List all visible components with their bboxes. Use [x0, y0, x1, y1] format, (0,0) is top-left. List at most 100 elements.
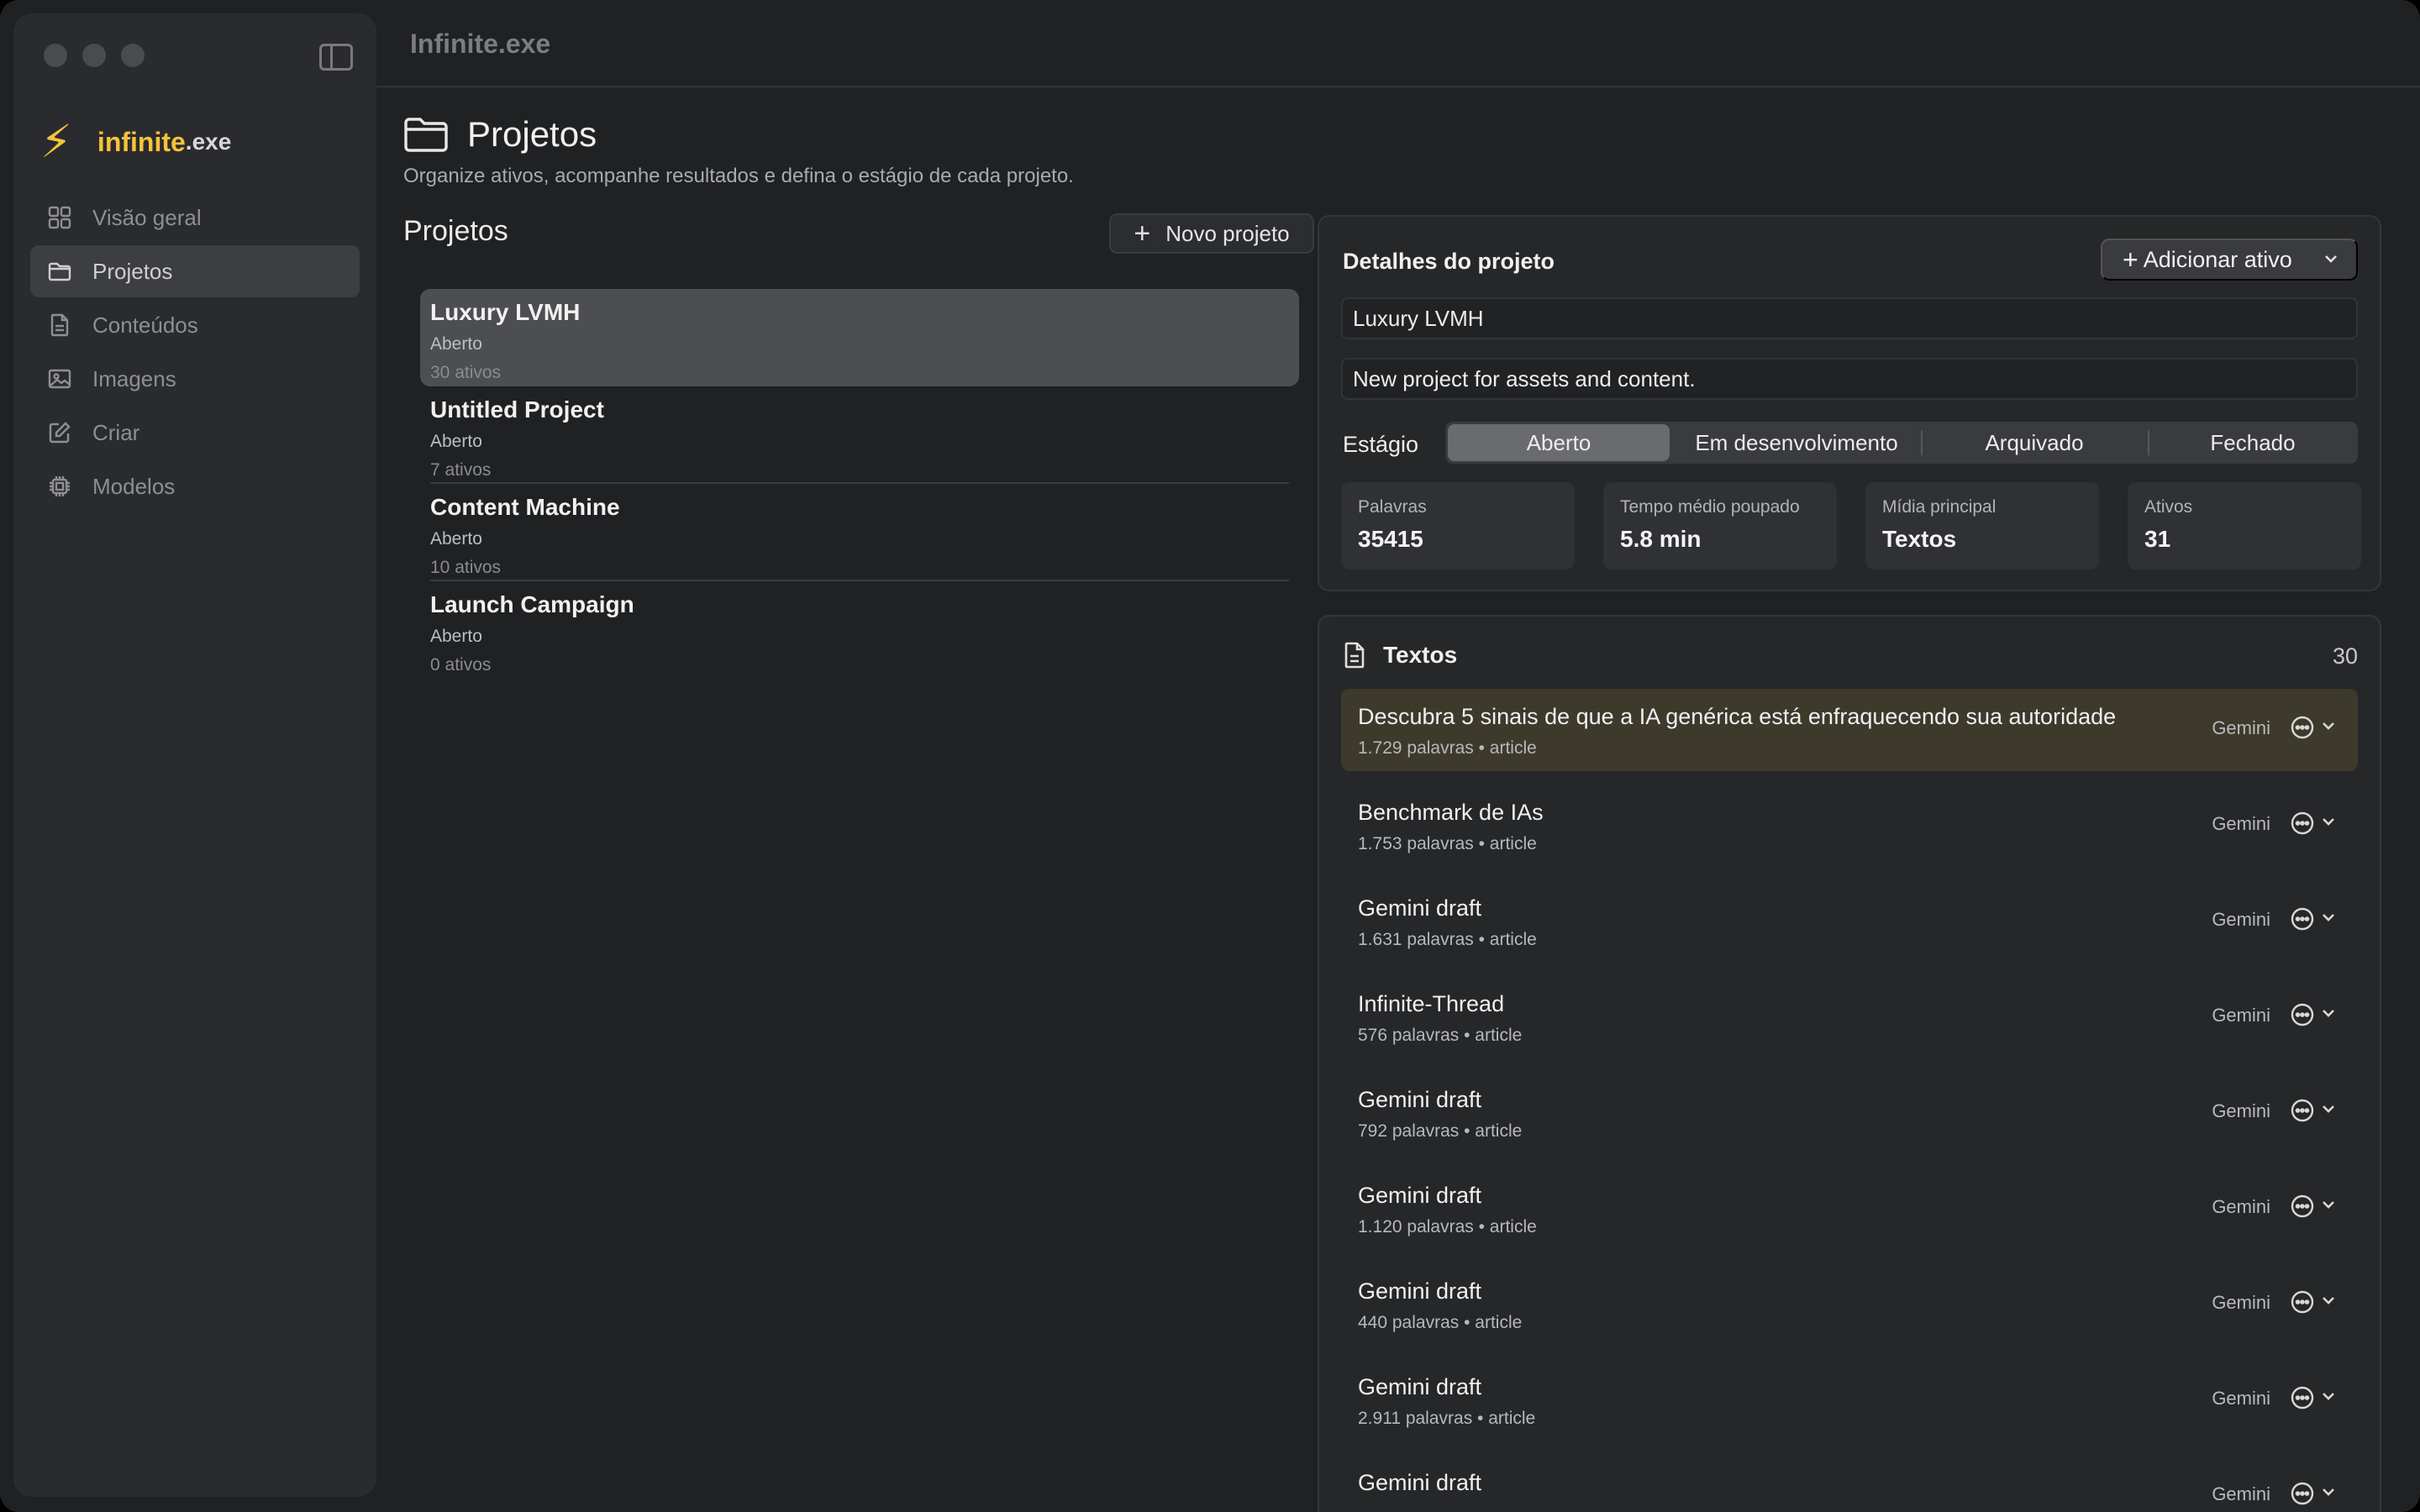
folder-icon [404, 118, 448, 152]
stat-value: Textos [1882, 526, 1957, 552]
project-name: Untitled Project [430, 396, 604, 423]
text-actions-menu[interactable] [2289, 1384, 2336, 1411]
model-badge: Gemini [2212, 1292, 2270, 1313]
text-list-item[interactable]: Gemini draft 1.631 palavras • article Gemi… [1341, 880, 2358, 976]
sidebar-item-label: Modelos [92, 473, 176, 499]
stat-label: Ativos [2144, 497, 2193, 517]
stat-label: Palavras [1358, 497, 1427, 517]
text-meta: 792 palavras • article [1358, 1121, 1523, 1141]
project-stage: Aberto [430, 529, 482, 549]
page-subtitle: Organize ativos, acompanhe resultados e … [403, 165, 1074, 187]
more-options-icon [2291, 1290, 2314, 1314]
brand-ext: .exe [185, 129, 232, 155]
project-description-field[interactable]: New project for assets and content. [1341, 358, 2358, 400]
text-actions-menu[interactable] [2289, 714, 2336, 741]
app-window: ⚡ infinite .exe Visão geral Projetos Con… [0, 0, 2420, 1512]
document-icon [1344, 642, 1365, 669]
minimize-window-button[interactable] [82, 44, 106, 67]
project-item-launch-campaign[interactable]: Launch Campaign Aberto 0 ativos [420, 581, 1299, 679]
sidebar-item-imagens[interactable]: Imagens [30, 353, 360, 405]
texts-list: Descubra 5 sinais de que a IA genérica e… [1341, 689, 2358, 1512]
project-asset-count: 30 ativos [430, 363, 502, 382]
text-list-item[interactable]: Gemini draft 1.120 palavras • article Gemi… [1341, 1168, 2358, 1263]
details-title: Detalhes do projeto [1343, 249, 1555, 274]
text-meta: 2.911 palavras • article [1358, 1409, 1536, 1428]
brand-name: infinite [97, 126, 186, 157]
text-actions-menu[interactable] [2289, 810, 2336, 837]
texts-title: Textos [1383, 642, 1458, 668]
chevron-down-icon [2321, 910, 2336, 929]
text-actions-menu[interactable] [2289, 1097, 2336, 1124]
project-asset-count: 0 ativos [430, 655, 492, 675]
text-title: Gemini draft [1358, 1374, 1482, 1399]
window-title: Infinite.exe [410, 29, 551, 59]
text-title: Benchmark de IAs [1358, 800, 1544, 825]
model-badge: Gemini [2212, 1100, 2270, 1121]
project-name: Launch Campaign [430, 591, 634, 617]
project-item-luxury-lvmh[interactable]: Luxury LVMH Aberto 30 ativos [420, 289, 1299, 386]
project-asset-count: 10 ativos [430, 558, 502, 577]
sidebar-toggle-icon[interactable] [319, 44, 353, 71]
stage-option-arquivado[interactable]: Arquivado [1921, 422, 2148, 464]
text-list-item[interactable]: Gemini draft 440 palavras • article Gemini [1341, 1263, 2358, 1359]
compose-icon [47, 420, 72, 445]
sidebar-item-visao-geral[interactable]: Visão geral [30, 192, 360, 244]
text-actions-menu[interactable] [2289, 1193, 2336, 1220]
more-options-icon [2291, 1482, 2314, 1505]
chip-icon [47, 474, 72, 499]
text-title: Gemini draft [1358, 895, 1482, 921]
stage-option-fechado[interactable]: Fechado [2148, 422, 2358, 464]
zoom-window-button[interactable] [121, 44, 145, 67]
texts-panel: Textos 30 Descubra 5 sinais de que a IA … [1318, 615, 2381, 1512]
text-title: Gemini draft [1358, 1470, 1482, 1495]
model-badge: Gemini [2212, 1388, 2270, 1409]
model-badge: Gemini [2212, 813, 2270, 834]
plus-icon: + [2123, 244, 2139, 275]
sidebar-item-projetos[interactable]: Projetos [30, 245, 360, 297]
sidebar-item-conteudos[interactable]: Conteúdos [30, 299, 360, 351]
more-options-icon [2291, 1099, 2314, 1122]
stage-option-aberto[interactable]: Aberto [1448, 424, 1670, 461]
stat-value: 35415 [1358, 526, 1423, 552]
sidebar-item-criar[interactable]: Criar [30, 407, 360, 459]
stage-option-em-desenvolvimento[interactable]: Em desenvolvimento [1672, 422, 1921, 464]
brand-logo: ⚡ infinite .exe [40, 119, 231, 165]
text-list-item[interactable]: Benchmark de IAs 1.753 palavras • article… [1341, 785, 2358, 880]
text-list-item[interactable]: Gemini draft 2.911 palavras • article Gemi… [1341, 1359, 2358, 1455]
text-meta: 1.753 palavras • article [1358, 834, 1537, 853]
text-list-item[interactable]: Descubra 5 sinais de que a IA genérica e… [1341, 689, 2358, 771]
new-project-label: Novo projeto [1165, 220, 1290, 246]
stage-label: Estágio [1343, 432, 1419, 457]
project-stage: Aberto [430, 334, 482, 354]
project-item-content-machine[interactable]: Content Machine Aberto 10 ativos [420, 484, 1299, 581]
page-header: Projetos [403, 114, 597, 155]
text-actions-menu[interactable] [2289, 1480, 2336, 1507]
stat-label: Tempo médio poupado [1620, 497, 1800, 517]
chevron-down-icon [2321, 1389, 2336, 1408]
sidebar-nav: Visão geral Projetos Conteúdos Imagens C… [30, 192, 360, 514]
chevron-down-icon [2321, 1484, 2336, 1504]
text-list-item[interactable]: Gemini draft Gemini [1341, 1455, 2358, 1512]
project-name-field[interactable]: Luxury LVMH [1341, 297, 2358, 339]
grid-icon [47, 205, 72, 230]
stat-value: 5.8 min [1620, 526, 1702, 552]
new-project-button[interactable]: + Novo projeto [1109, 213, 1314, 254]
titlebar: Infinite.exe [376, 0, 2420, 87]
text-list-item[interactable]: Infinite-Thread 576 palavras • article Gem… [1341, 976, 2358, 1072]
window-controls [44, 44, 145, 67]
stat-card-midia-principal: Mídia principal Textos [1865, 482, 2099, 570]
project-stage: Aberto [430, 432, 482, 451]
text-title: Gemini draft [1358, 1278, 1482, 1304]
sidebar-item-modelos[interactable]: Modelos [30, 460, 360, 512]
project-item-untitled-project[interactable]: Untitled Project Aberto 7 ativos [420, 386, 1299, 484]
text-actions-menu[interactable] [2289, 1001, 2336, 1028]
sidebar-item-label: Visão geral [92, 204, 202, 230]
close-window-button[interactable] [44, 44, 67, 67]
text-list-item[interactable]: Gemini draft 792 palavras • article Gemini [1341, 1072, 2358, 1168]
text-actions-menu[interactable] [2289, 906, 2336, 932]
plus-icon: + [1134, 217, 1151, 249]
projects-heading: Projetos [403, 215, 508, 247]
add-asset-label: Adicionar ativo [2143, 246, 2292, 272]
text-actions-menu[interactable] [2289, 1289, 2336, 1315]
add-asset-button[interactable]: + Adicionar ativo [2101, 239, 2358, 281]
